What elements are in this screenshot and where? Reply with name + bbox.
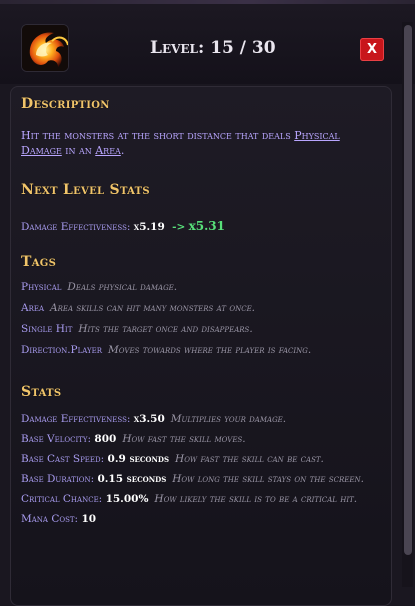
- stat-value: 15.00%: [105, 493, 149, 505]
- description-text-part: in an: [65, 144, 92, 157]
- close-button[interactable]: X: [360, 38, 384, 61]
- tag-description: Deals physical damage.: [67, 281, 178, 293]
- fire-slash-skill-icon: [21, 24, 69, 72]
- description-text-part: Hit the monsters at the short distance t…: [21, 129, 291, 142]
- tag-description: Moves towards where the player is facing…: [108, 344, 312, 356]
- tags-list: Physical Deals physical damage. Area Area s…: [21, 280, 382, 357]
- tag-row: Area Area skills can hit many monsters at…: [21, 301, 382, 315]
- stat-value: 0.15 seconds: [97, 473, 167, 485]
- upgrade-arrow: ->: [172, 221, 186, 233]
- tag-description: Area skills can hit many monsters at onc…: [50, 302, 256, 314]
- stat-label: Damage Effectiveness:: [21, 221, 131, 233]
- next-level-stats-title: Next Level Stats: [21, 182, 150, 198]
- skill-details-panel: Description Hit the monsters at the shor…: [10, 86, 392, 606]
- description-text-end: .: [120, 144, 125, 157]
- level-label: Level:: [150, 38, 205, 58]
- stat-description: How long the skill stays on the screen.: [172, 473, 364, 485]
- description-title: Description: [21, 96, 110, 112]
- stat-label: Base Velocity:: [21, 433, 95, 445]
- tag-name: Direction.Player: [21, 344, 103, 356]
- stat-row: Base Velocity: 800 How fast the skill mov…: [21, 432, 382, 446]
- stat-row: Base Cast Speed: 0.9 seconds How fast the…: [21, 452, 382, 466]
- stat-description: How likely the skill is to be a critical…: [154, 493, 358, 505]
- tag-name: Single Hit: [21, 323, 73, 335]
- tags-title: Tags: [21, 254, 57, 270]
- stats-list: Damage Effectiveness: x3.50 Multiplies yo…: [21, 412, 382, 526]
- stat-description: How fast the skill moves.: [122, 433, 246, 445]
- stat-value: 10: [81, 513, 97, 525]
- skill-tooltip-header: Level: 15 / 30 X: [0, 4, 415, 84]
- stat-label: Base Cast Speed:: [21, 453, 108, 465]
- tag-name: Physical: [21, 281, 62, 293]
- scrollbar-thumb[interactable]: [404, 25, 412, 555]
- stat-next-value: x5.31: [188, 219, 226, 233]
- tag-row: Direction.Player Moves towards where the …: [21, 343, 382, 357]
- stat-label: Critical Chance:: [21, 493, 106, 505]
- description-text: Hit the monsters at the short distance t…: [21, 128, 382, 158]
- level-value: 15 / 30: [210, 38, 276, 58]
- stat-row: Damage Effectiveness: x3.50 Multiplies yo…: [21, 412, 382, 426]
- stats-title: Stats: [21, 384, 62, 400]
- stat-value: x3.50: [133, 413, 165, 425]
- stat-row: Base Duration: 0.15 seconds How long the …: [21, 472, 382, 486]
- stat-row: Mana Cost: 10: [21, 512, 382, 526]
- stat-label: Base Duration:: [21, 473, 98, 485]
- tag-description: Hits the target once and disappears.: [78, 323, 253, 335]
- area-link[interactable]: Area: [95, 144, 121, 157]
- stat-description: Multiplies your damage.: [170, 413, 287, 425]
- stat-row: Critical Chance: 15.00% How likely the sk…: [21, 492, 382, 506]
- skill-level: Level: 15 / 30: [150, 38, 300, 58]
- stat-value: 0.9 seconds: [107, 453, 170, 465]
- tag-name: Area: [21, 302, 45, 314]
- stat-current-value: x5.19: [133, 221, 165, 233]
- stat-label: Damage Effectiveness:: [21, 413, 134, 425]
- stat-value: 800: [94, 433, 117, 445]
- close-label: X: [366, 42, 378, 57]
- tag-row: Physical Deals physical damage.: [21, 280, 382, 294]
- stat-description: How fast the skill can be cast.: [175, 453, 324, 465]
- tag-row: Single Hit Hits the target once and disap…: [21, 322, 382, 336]
- next-level-stat-row: Damage Effectiveness: x5.19 -> x5.31: [21, 219, 382, 234]
- stat-label: Mana Cost:: [21, 513, 82, 525]
